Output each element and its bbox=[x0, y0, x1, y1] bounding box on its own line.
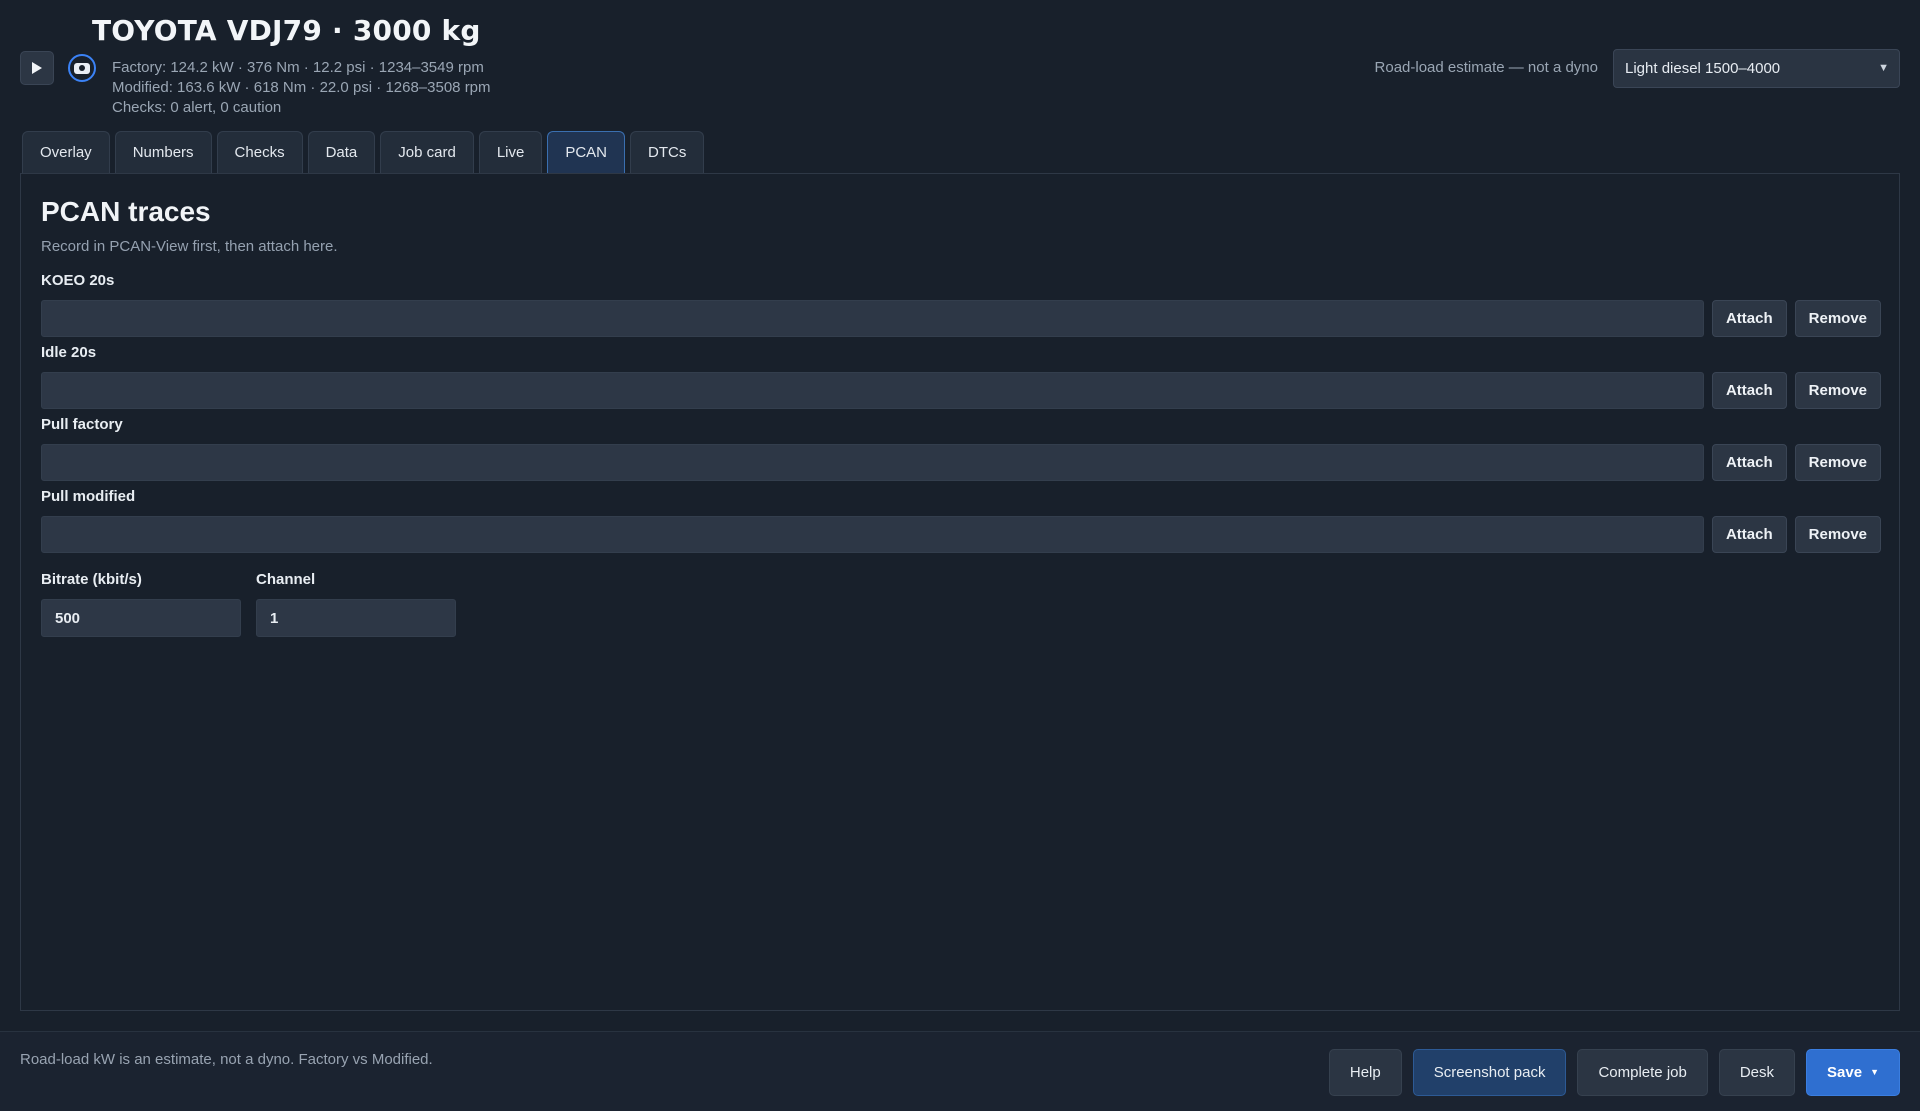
chevron-down-icon: ▼ bbox=[1870, 1067, 1879, 1077]
trace-file-field[interactable] bbox=[41, 372, 1704, 409]
trace-label: Idle 20s bbox=[41, 344, 97, 361]
trace-idle: Idle 20s Attach Remove bbox=[41, 344, 1881, 409]
estimate-note: Road-load estimate — not a dyno bbox=[1374, 59, 1598, 76]
vehicle-name: TOYOTA VDJ79 bbox=[92, 14, 323, 47]
trace-label: KOEO 20s bbox=[41, 272, 115, 289]
remove-button[interactable]: Remove bbox=[1794, 300, 1881, 337]
attach-button[interactable]: Attach bbox=[1711, 300, 1787, 337]
tab-dtcs[interactable]: DTCs bbox=[630, 131, 705, 174]
tab-live[interactable]: Live bbox=[478, 131, 543, 174]
remove-button[interactable]: Remove bbox=[1794, 372, 1881, 409]
tab-bar: Overlay Numbers Checks Data Job card Liv… bbox=[22, 131, 705, 174]
app-header: TOYOTA VDJ79 · 3000 kg Factory: 124.2 kW ·… bbox=[0, 0, 1920, 128]
tab-data[interactable]: Data bbox=[307, 131, 376, 174]
tab-job-card[interactable]: Job card bbox=[380, 131, 474, 174]
channel-group: Channel bbox=[256, 571, 456, 637]
channel-field[interactable] bbox=[256, 599, 456, 637]
channel-label: Channel bbox=[256, 571, 316, 588]
trace-label: Pull modified bbox=[41, 488, 136, 505]
play-button[interactable] bbox=[20, 51, 54, 85]
panel-subtitle: Record in PCAN-View first, then attach h… bbox=[41, 238, 338, 255]
vehicle-stats: Factory: 124.2 kW · 376 Nm · 12.2 psi · … bbox=[112, 58, 491, 118]
screenshot-pack-button[interactable]: Screenshot pack bbox=[1412, 1049, 1567, 1096]
checks-summary: Checks: 0 alert, 0 caution bbox=[112, 99, 282, 116]
profile-select[interactable]: Light diesel 1500–4000 ▼ bbox=[1613, 49, 1900, 88]
remove-button[interactable]: Remove bbox=[1794, 516, 1881, 553]
trace-file-field[interactable] bbox=[41, 516, 1704, 553]
tab-pcan[interactable]: PCAN bbox=[547, 131, 626, 174]
trace-file-field[interactable] bbox=[41, 444, 1704, 481]
footer-note: Road-load kW is an estimate, not a dyno.… bbox=[20, 1051, 433, 1068]
save-button-label: Save bbox=[1827, 1064, 1863, 1081]
modified-stats: Modified: 163.6 kW · 618 Nm · 22.0 psi ·… bbox=[112, 79, 491, 96]
profile-select-value: Light diesel 1500–4000 bbox=[1625, 60, 1781, 77]
save-button[interactable]: Save ▼ bbox=[1806, 1049, 1900, 1096]
help-button[interactable]: Help bbox=[1328, 1049, 1402, 1096]
camera-icon bbox=[74, 62, 90, 74]
chevron-down-icon: ▼ bbox=[1878, 62, 1889, 74]
vehicle-mass: 3000 kg bbox=[352, 14, 481, 47]
attach-button[interactable]: Attach bbox=[1711, 516, 1787, 553]
trace-pull-factory: Pull factory Attach Remove bbox=[41, 416, 1881, 481]
trace-pull-modified: Pull modified Attach Remove bbox=[41, 488, 1881, 553]
pcan-panel: PCAN traces Record in PCAN-View first, t… bbox=[20, 173, 1900, 1011]
panel-title: PCAN traces bbox=[41, 196, 211, 227]
factory-stats: Factory: 124.2 kW · 376 Nm · 12.2 psi · … bbox=[112, 59, 484, 76]
bitrate-field[interactable] bbox=[41, 599, 241, 637]
footer-bar: Road-load kW is an estimate, not a dyno.… bbox=[0, 1031, 1920, 1111]
bitrate-group: Bitrate (kbit/s) bbox=[41, 571, 241, 637]
bitrate-label: Bitrate (kbit/s) bbox=[41, 571, 142, 588]
record-icon[interactable] bbox=[68, 54, 96, 82]
complete-job-button[interactable]: Complete job bbox=[1577, 1049, 1708, 1096]
remove-button[interactable]: Remove bbox=[1794, 444, 1881, 481]
attach-button[interactable]: Attach bbox=[1711, 444, 1787, 481]
desk-button[interactable]: Desk bbox=[1718, 1049, 1796, 1096]
title-separator: · bbox=[332, 14, 343, 47]
trace-file-field[interactable] bbox=[41, 300, 1704, 337]
play-icon bbox=[32, 62, 42, 74]
attach-button[interactable]: Attach bbox=[1711, 372, 1787, 409]
tab-numbers[interactable]: Numbers bbox=[114, 131, 212, 174]
trace-label: Pull factory bbox=[41, 416, 123, 433]
page-title: TOYOTA VDJ79 · 3000 kg bbox=[92, 14, 481, 47]
tab-checks[interactable]: Checks bbox=[216, 131, 303, 174]
tab-overlay[interactable]: Overlay bbox=[22, 131, 110, 174]
trace-koeo: KOEO 20s Attach Remove bbox=[41, 272, 1881, 337]
footer-actions: Help Screenshot pack Complete job Desk S… bbox=[1328, 1049, 1900, 1096]
